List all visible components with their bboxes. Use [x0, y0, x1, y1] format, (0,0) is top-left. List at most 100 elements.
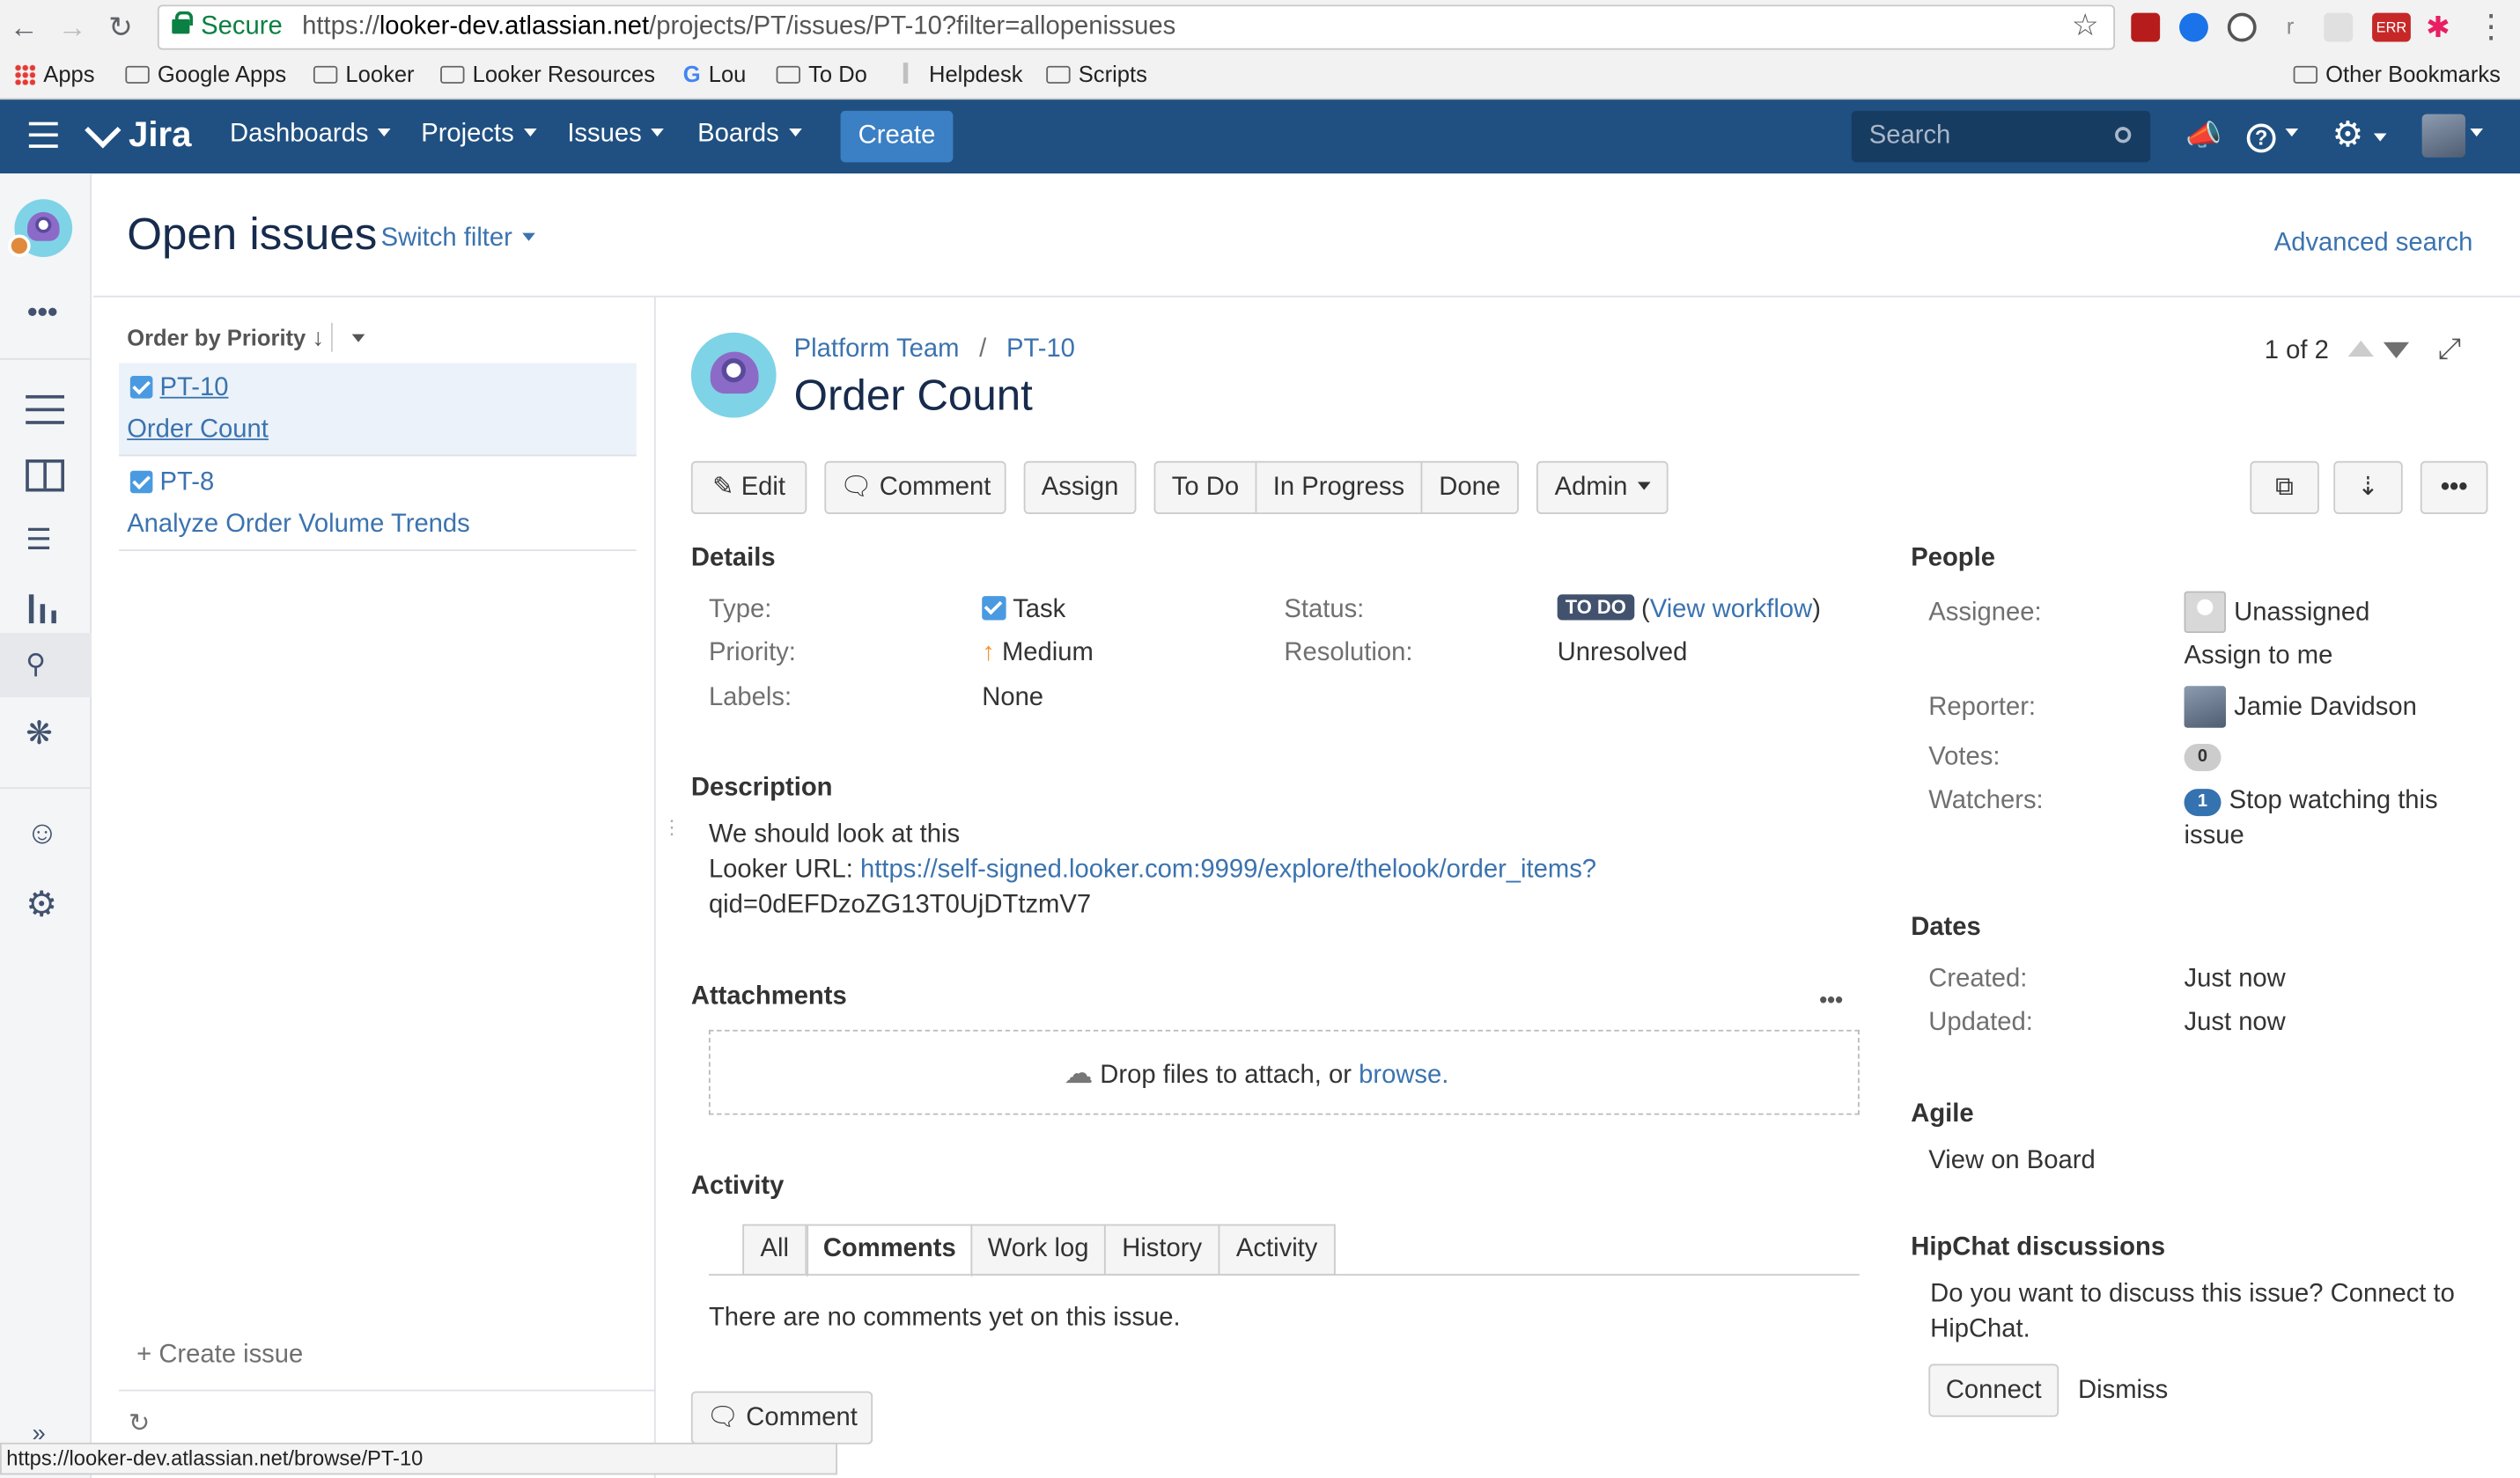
- add-people-icon[interactable]: ☺: [26, 816, 64, 855]
- view-on-board-link[interactable]: View on Board: [1928, 1147, 2095, 1176]
- votes-badge[interactable]: 0: [2184, 743, 2222, 771]
- tab-history[interactable]: History: [1103, 1224, 1220, 1276]
- releases-icon[interactable]: ☰: [26, 524, 64, 563]
- bookmark-apps[interactable]: Apps: [14, 61, 95, 87]
- resize-handle[interactable]: ⋮: [662, 816, 682, 839]
- addons-puzzle-icon[interactable]: ❋: [26, 713, 64, 752]
- browse-link[interactable]: browse.: [1359, 1062, 1448, 1089]
- refresh-icon[interactable]: ↻: [129, 1408, 150, 1440]
- attachments-more-icon[interactable]: •••: [1819, 987, 1843, 1012]
- bookmark-helpdesk[interactable]: Helpdesk: [903, 61, 1023, 87]
- bookmark-lou[interactable]: G Lou: [683, 61, 747, 86]
- backlog-icon[interactable]: [26, 394, 65, 424]
- previous-issue-icon[interactable]: [2347, 340, 2374, 357]
- view-workflow-link[interactable]: View workflow: [1650, 596, 1812, 623]
- extension-video-icon[interactable]: [2179, 12, 2208, 42]
- reload-icon[interactable]: ↻: [103, 10, 138, 45]
- tab-all[interactable]: All: [742, 1224, 807, 1276]
- nav-boards[interactable]: Boards: [697, 99, 802, 173]
- pager-text: 1 of 2: [2264, 337, 2329, 365]
- switch-filter-dropdown[interactable]: Switch filter: [381, 225, 535, 254]
- issues-search-icon[interactable]: ⚲: [26, 649, 64, 688]
- share-button[interactable]: ⧉: [2250, 460, 2319, 514]
- list-item-summary[interactable]: Order Count: [127, 416, 269, 445]
- transition-in-progress-button[interactable]: In Progress: [1255, 460, 1423, 514]
- export-icon: ⇣: [2357, 474, 2379, 502]
- chevron-down-icon: [2470, 129, 2484, 137]
- watchers-badge[interactable]: 1: [2184, 789, 2222, 817]
- list-item[interactable]: PT-8 Analyze Order Volume Trends: [119, 458, 637, 551]
- extension-grey-icon[interactable]: [2324, 12, 2354, 42]
- bookmark-star-icon[interactable]: ☆: [2072, 6, 2099, 48]
- bookmark-looker[interactable]: Looker: [313, 61, 415, 87]
- help-menu[interactable]: ?: [2246, 99, 2299, 173]
- extension-err-icon[interactable]: ERR: [2372, 12, 2411, 42]
- more-actions-button[interactable]: •••: [2420, 460, 2488, 514]
- assign-button[interactable]: Assign: [1023, 460, 1137, 514]
- extension-info-icon[interactable]: [2227, 12, 2257, 42]
- attachment-dropzone[interactable]: ☁ Drop files to attach, or browse.: [708, 1029, 1860, 1115]
- create-button[interactable]: Create: [840, 110, 954, 163]
- forward-icon[interactable]: →: [55, 10, 90, 45]
- order-options-dropdown[interactable]: [343, 326, 365, 355]
- reports-icon[interactable]: [26, 588, 64, 627]
- project-settings-gear-icon[interactable]: ⚙: [26, 884, 64, 924]
- list-item[interactable]: PT-10 Order Count: [119, 363, 637, 457]
- url-text[interactable]: https://looker-dev.atlassian.net/project…: [302, 6, 1175, 48]
- hipchat-dismiss-link[interactable]: Dismiss: [2078, 1377, 2168, 1406]
- extension-shield-icon[interactable]: [2131, 12, 2161, 42]
- nav-projects[interactable]: Projects: [421, 99, 537, 173]
- user-menu-caret[interactable]: [2460, 99, 2484, 173]
- issue-summary[interactable]: Order Count: [794, 371, 1033, 422]
- create-issue-link[interactable]: + Create issue: [136, 1342, 303, 1371]
- export-button[interactable]: ⇣: [2333, 460, 2403, 514]
- breadcrumb: Platform Team / PT-10: [794, 335, 1075, 364]
- bookmark-scripts[interactable]: Scripts: [1046, 61, 1147, 87]
- admin-dropdown[interactable]: Admin: [1536, 460, 1669, 514]
- more-icon[interactable]: •••: [27, 296, 58, 329]
- list-item-summary[interactable]: Analyze Order Volume Trends: [127, 511, 470, 540]
- edit-button[interactable]: ✎ Edit: [690, 460, 807, 514]
- tab-work-log[interactable]: Work log: [970, 1224, 1106, 1276]
- stop-watching-link-continued[interactable]: issue: [2185, 822, 2244, 851]
- bookmark-todo[interactable]: To Do: [776, 61, 867, 87]
- browser-menu-icon[interactable]: ⋮: [2475, 6, 2508, 47]
- extension-r-icon[interactable]: r: [2276, 13, 2305, 42]
- description-text[interactable]: We should look at this: [709, 821, 960, 850]
- advanced-search-link[interactable]: Advanced search: [2274, 230, 2473, 259]
- extension-slack-icon[interactable]: ✱: [2423, 13, 2452, 42]
- bookmark-looker-resources[interactable]: Looker Resources: [440, 61, 655, 87]
- nav-dashboards[interactable]: Dashboards: [230, 99, 392, 173]
- order-by-button[interactable]: Order by Priority ↓: [127, 325, 324, 352]
- looker-url-link-continued[interactable]: qid=0dEFDzoZG13T0UjDTtzmV7: [709, 892, 1091, 921]
- back-icon[interactable]: ←: [6, 10, 41, 45]
- nav-issues[interactable]: Issues: [567, 99, 665, 173]
- megaphone-icon[interactable]: 📣: [2185, 99, 2222, 173]
- list-item-key[interactable]: PT-10: [160, 374, 229, 401]
- hamburger-menu-icon[interactable]: [28, 121, 58, 148]
- stop-watching-link[interactable]: Stop watching this: [2229, 787, 2438, 816]
- search-input[interactable]: Search: [1851, 110, 2151, 163]
- expand-icon[interactable]: ⤢: [2438, 333, 2461, 366]
- settings-menu[interactable]: ⚙: [2332, 99, 2387, 173]
- jira-logo[interactable]: Jira: [85, 99, 191, 173]
- user-avatar[interactable]: [2421, 114, 2465, 158]
- tab-comments[interactable]: Comments: [807, 1224, 973, 1277]
- looker-url-link[interactable]: https://self-signed.looker.com:9999/expl…: [860, 857, 1596, 884]
- list-item-key[interactable]: PT-8: [160, 469, 215, 496]
- hipchat-connect-button[interactable]: Connect: [1928, 1364, 2059, 1417]
- tab-activity[interactable]: Activity: [1218, 1224, 1336, 1276]
- bookmark-google-apps[interactable]: Google Apps: [125, 61, 286, 87]
- assign-to-me-link[interactable]: Assign to me: [2185, 643, 2333, 672]
- next-issue-icon[interactable]: [2383, 342, 2410, 358]
- comment-button[interactable]: 🗨 Comment: [824, 460, 1006, 514]
- breadcrumb-project[interactable]: Platform Team: [794, 335, 960, 363]
- board-icon[interactable]: [26, 459, 65, 492]
- breadcrumb-issue-key[interactable]: PT-10: [1006, 335, 1075, 363]
- transition-done-button[interactable]: Done: [1420, 460, 1519, 514]
- add-comment-button[interactable]: 🗨 Comment: [690, 1391, 873, 1445]
- transition-todo-button[interactable]: To Do: [1153, 460, 1257, 514]
- address-bar[interactable]: Secure https://looker-dev.atlassian.net/…: [157, 4, 2116, 50]
- bookmark-other[interactable]: Other Bookmarks: [2293, 61, 2501, 87]
- url-prefix: https://: [302, 12, 379, 40]
